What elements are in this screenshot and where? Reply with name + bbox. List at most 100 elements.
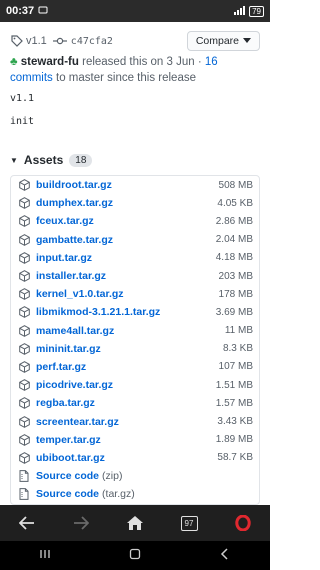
- package-icon: [17, 288, 31, 301]
- status-time: 00:37: [6, 5, 35, 17]
- battery-icon: 79: [249, 5, 264, 17]
- release-body-title: v1.1: [10, 93, 35, 104]
- package-icon: [17, 342, 31, 355]
- asset-row[interactable]: ubiboot.tar.gz 58.7 KB: [11, 449, 259, 467]
- recent-apps-button[interactable]: [39, 547, 51, 565]
- source-code-row[interactable]: Source code (zip): [11, 467, 259, 485]
- asset-size: 3.69 MB: [215, 306, 253, 318]
- status-bar: 00:37 79: [0, 0, 270, 22]
- package-icon: [17, 251, 31, 264]
- asset-size: 4.05 KB: [217, 197, 253, 209]
- tag-icon: [10, 34, 24, 48]
- asset-row[interactable]: buildroot.tar.gz 508 MB: [11, 176, 259, 194]
- home-button[interactable]: [120, 508, 150, 538]
- asset-size: 178 MB: [218, 288, 253, 300]
- asset-size: 107 MB: [218, 361, 253, 373]
- file-zip-icon: [17, 470, 31, 482]
- asset-size: 1.89 MB: [215, 434, 253, 446]
- android-nav-bar: [0, 541, 270, 570]
- tab-count: 97: [184, 518, 194, 528]
- asset-row[interactable]: mame4all.tar.gz 11 MB: [11, 322, 259, 340]
- package-icon: [17, 397, 31, 410]
- asset-size: 11 MB: [224, 325, 253, 337]
- asset-row[interactable]: perf.tar.gz 107 MB: [11, 358, 259, 376]
- package-icon: [17, 197, 31, 210]
- source-code-name[interactable]: Source code: [36, 488, 99, 500]
- asset-name[interactable]: gambatte.tar.gz: [36, 234, 113, 246]
- tabs-icon: 97: [180, 515, 198, 531]
- asset-name[interactable]: temper.tar.gz: [36, 434, 101, 446]
- source-code-format: (tar.gz): [102, 488, 135, 501]
- asset-size: 203 MB: [218, 270, 253, 282]
- package-icon: [17, 233, 31, 246]
- chevron-down-icon: [243, 35, 251, 47]
- asset-row[interactable]: installer.tar.gz 203 MB: [11, 267, 259, 285]
- opera-menu-button[interactable]: [228, 508, 258, 538]
- caret-down-icon: ▼: [10, 155, 18, 165]
- asset-row[interactable]: gambatte.tar.gz 2.04 MB: [11, 231, 259, 249]
- forward-button[interactable]: [66, 508, 96, 538]
- chevron-left-icon: [220, 547, 228, 560]
- home-icon: [127, 516, 143, 530]
- file-zip-icon: [17, 488, 31, 501]
- assets-count-badge: 18: [69, 153, 93, 167]
- assets-list: buildroot.tar.gz 508 MB dumphex.tar.gz 4.05…: [10, 175, 260, 505]
- asset-name[interactable]: mame4all.tar.gz: [36, 325, 114, 337]
- notification-icon: [38, 5, 48, 18]
- asset-size: 8.3 KB: [222, 343, 253, 355]
- asset-name[interactable]: perf.tar.gz: [36, 361, 86, 373]
- package-icon: [17, 215, 31, 228]
- asset-row[interactable]: kernel_v1.0.tar.gz 178 MB: [11, 285, 259, 303]
- asset-name[interactable]: screentear.tar.gz: [36, 416, 119, 428]
- asset-name[interactable]: dumphex.tar.gz: [36, 197, 113, 209]
- asset-size: 2.04 MB: [215, 234, 253, 246]
- package-icon: [17, 452, 31, 464]
- asset-size: 58.7 KB: [217, 452, 253, 464]
- assets-toggle[interactable]: ▼ Assets 18: [10, 153, 93, 167]
- clover-icon: ♣: [10, 56, 18, 68]
- package-icon: [17, 433, 31, 446]
- asset-row[interactable]: input.tar.gz 4.18 MB: [11, 249, 259, 267]
- asset-name[interactable]: fceux.tar.gz: [36, 215, 94, 227]
- asset-name[interactable]: kernel_v1.0.tar.gz: [36, 288, 124, 300]
- compare-button[interactable]: Compare: [186, 31, 260, 51]
- asset-size: 4.18 MB: [215, 252, 253, 264]
- package-icon: [17, 306, 31, 319]
- browser-toolbar: 97: [0, 505, 270, 541]
- to-master-text: to master since this release: [56, 72, 196, 84]
- asset-name[interactable]: buildroot.tar.gz: [36, 179, 112, 191]
- asset-row[interactable]: regba.tar.gz 1.57 MB: [11, 394, 259, 412]
- release-tag[interactable]: v1.1: [26, 35, 47, 47]
- release-meta-row: v1.1 c47cfa2 Compare: [10, 30, 260, 52]
- commit-hash[interactable]: c47cfa2: [71, 36, 113, 47]
- asset-row[interactable]: libmikmod-3.1.21.1.tar.gz 3.69 MB: [11, 303, 259, 321]
- source-code-name[interactable]: Source code: [36, 470, 99, 482]
- asset-row[interactable]: temper.tar.gz 1.89 MB: [11, 431, 259, 449]
- asset-name[interactable]: input.tar.gz: [36, 252, 92, 264]
- opera-icon: [235, 515, 251, 531]
- asset-size: 3.43 KB: [217, 416, 253, 428]
- back-button[interactable]: [12, 508, 42, 538]
- android-back-button[interactable]: [219, 547, 231, 565]
- tabs-button[interactable]: 97: [174, 508, 204, 538]
- asset-row[interactable]: mininit.tar.gz 8.3 KB: [11, 340, 259, 358]
- asset-row[interactable]: picodrive.tar.gz 1.51 MB: [11, 376, 259, 394]
- author-link[interactable]: steward-fu: [21, 56, 79, 68]
- asset-size: 508 MB: [218, 179, 253, 191]
- asset-name[interactable]: picodrive.tar.gz: [36, 379, 113, 391]
- asset-name[interactable]: libmikmod-3.1.21.1.tar.gz: [36, 306, 160, 318]
- arrow-left-icon: [19, 516, 34, 530]
- recent-apps-icon: [40, 549, 50, 558]
- asset-row[interactable]: dumphex.tar.gz 4.05 KB: [11, 194, 259, 212]
- package-icon: [17, 179, 31, 191]
- asset-name[interactable]: mininit.tar.gz: [36, 343, 101, 355]
- signal-icon: [233, 5, 246, 18]
- android-home-button[interactable]: [129, 547, 141, 565]
- source-code-row[interactable]: Source code (tar.gz): [11, 485, 259, 503]
- asset-row[interactable]: screentear.tar.gz 3.43 KB: [11, 412, 259, 430]
- square-home-icon: [129, 548, 141, 559]
- asset-name[interactable]: regba.tar.gz: [36, 397, 95, 409]
- asset-name[interactable]: installer.tar.gz: [36, 270, 106, 282]
- asset-row[interactable]: fceux.tar.gz 2.86 MB: [11, 212, 259, 230]
- asset-name[interactable]: ubiboot.tar.gz: [36, 452, 105, 464]
